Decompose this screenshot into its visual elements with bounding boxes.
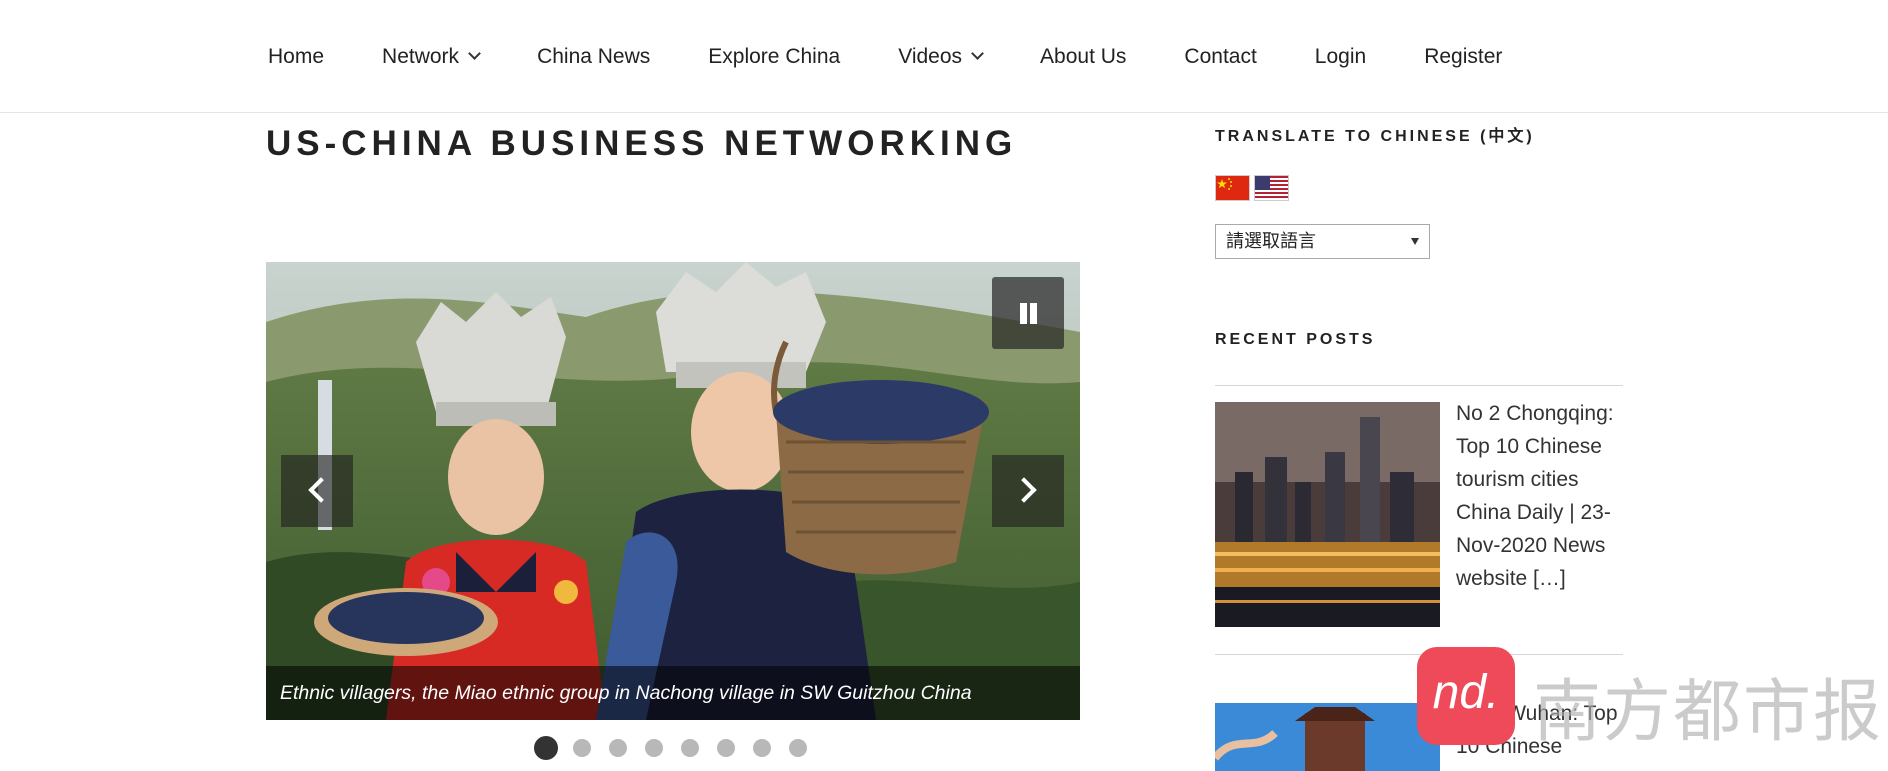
- slide-dot-1[interactable]: [534, 736, 558, 760]
- top-navigation: Home Network China News Explore China Vi…: [0, 0, 1888, 113]
- nav-label: Register: [1424, 44, 1503, 68]
- slide-dot-7[interactable]: [753, 739, 771, 757]
- slide-dot-8[interactable]: [789, 739, 807, 757]
- nav-label: Contact: [1184, 44, 1257, 68]
- dropdown-arrow-icon: [1411, 238, 1419, 245]
- nav-label: About Us: [1040, 44, 1127, 68]
- slide-dot-4[interactable]: [645, 739, 663, 757]
- nav-label: Home: [268, 44, 325, 68]
- nav-label: Network: [382, 44, 460, 68]
- nav-label: Videos: [898, 44, 963, 68]
- language-select[interactable]: 請選取語言: [1215, 224, 1430, 259]
- slider-pagination: [534, 736, 825, 760]
- image-slider[interactable]: Ethnic villagers, the Miao ethnic group …: [266, 262, 1080, 720]
- recent-post-link[interactable]: No 2 Chongqing: Top 10 Chinese tourism c…: [1456, 397, 1631, 595]
- nav-item-register[interactable]: Register: [1424, 45, 1502, 69]
- chevron-down-icon: [971, 47, 984, 60]
- pause-icon: [1030, 303, 1037, 324]
- nav-item-about-us[interactable]: About Us: [1040, 45, 1126, 69]
- usa-flag-icon[interactable]: [1254, 175, 1289, 201]
- chevron-left-icon: [308, 477, 334, 503]
- nav-label: Login: [1314, 44, 1367, 68]
- nav-item-network[interactable]: Network: [382, 44, 481, 69]
- divider: [1215, 385, 1623, 386]
- nav-item-contact[interactable]: Contact: [1184, 45, 1256, 69]
- watermark-text: 南方都市报: [1533, 674, 1884, 750]
- slide-dot-2[interactable]: [573, 739, 591, 757]
- nav-item-explore-china[interactable]: Explore China: [708, 45, 840, 69]
- nav-item-home[interactable]: Home: [268, 45, 324, 69]
- slide-image: [266, 262, 1080, 720]
- recent-posts-title: RECENT POSTS: [1215, 331, 1376, 348]
- slide-dot-3[interactable]: [609, 739, 627, 757]
- chevron-right-icon: [1011, 477, 1037, 503]
- nav-menu: Home Network China News Explore China Vi…: [268, 0, 1502, 113]
- watermark-logo: nd.: [1417, 647, 1515, 745]
- page-title: US-CHINA BUSINESS NETWORKING: [266, 124, 1018, 163]
- pause-button[interactable]: [992, 277, 1064, 349]
- next-slide-button[interactable]: [992, 455, 1064, 527]
- china-flag-icon[interactable]: [1215, 175, 1250, 201]
- nav-label: Explore China: [708, 44, 841, 68]
- previous-slide-button[interactable]: [281, 455, 353, 527]
- chevron-down-icon: [468, 47, 481, 60]
- slide-dot-6[interactable]: [717, 739, 735, 757]
- nav-label: China News: [537, 44, 651, 68]
- post-thumbnail[interactable]: [1215, 402, 1440, 627]
- translate-widget-title: TRANSLATE TO CHINESE (中文): [1215, 128, 1535, 145]
- nav-item-videos[interactable]: Videos: [898, 44, 984, 69]
- slide-dot-5[interactable]: [681, 739, 699, 757]
- nav-item-china-news[interactable]: China News: [537, 45, 650, 69]
- divider: [1215, 654, 1623, 655]
- pause-icon: [1020, 303, 1027, 324]
- slide-caption: Ethnic villagers, the Miao ethnic group …: [266, 666, 1080, 720]
- nav-item-login[interactable]: Login: [1315, 45, 1366, 69]
- language-select-value: 請選取語言: [1226, 231, 1316, 251]
- post-thumbnail[interactable]: [1215, 703, 1440, 771]
